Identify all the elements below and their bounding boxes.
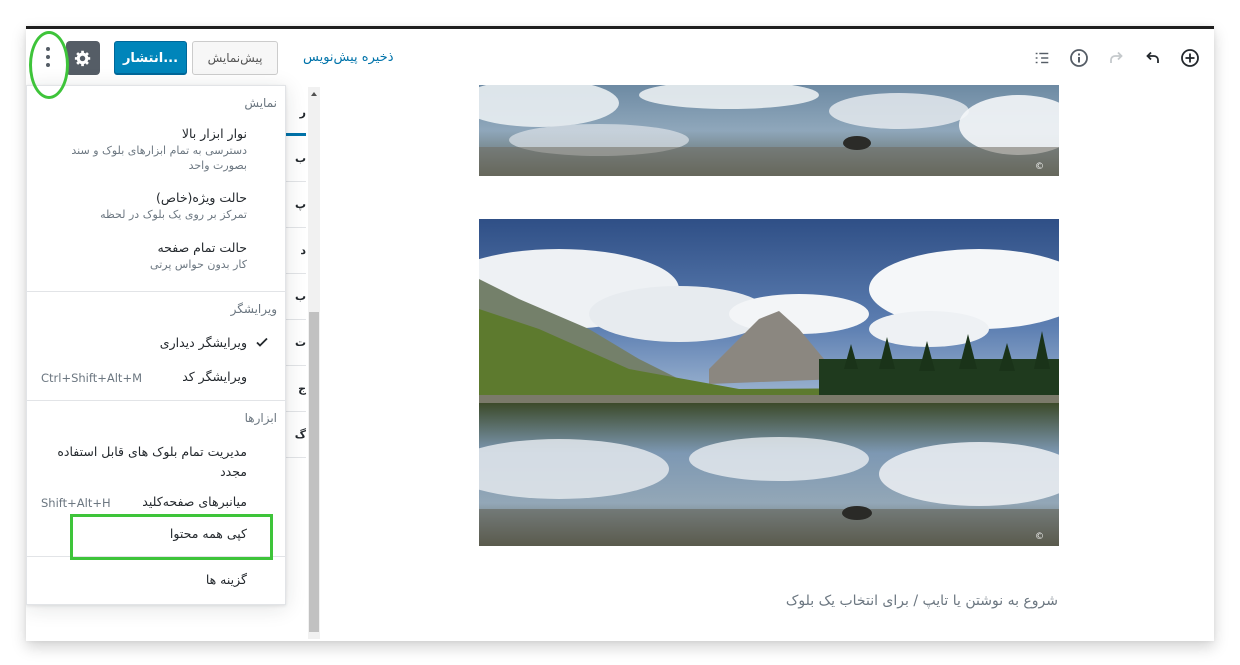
sidebar-scrollbar-thumb[interactable]: [309, 312, 319, 632]
menu-divider: [27, 400, 285, 401]
menu-item-title: مدیریت تمام بلوک های قابل استفاده مجدد: [57, 444, 247, 479]
checkmark-icon: [256, 337, 268, 347]
menu-item-options[interactable]: گزینه ها: [39, 572, 247, 587]
editor-window: انتشار... پیش‌نمایش ذخیره پیش‌نویس ر ب پ: [26, 26, 1214, 641]
menu-item-manage-reusable-blocks[interactable]: مدیریت تمام بلوک های قابل استفاده مجدد: [39, 442, 247, 482]
menu-item-fullscreen-mode[interactable]: حالت تمام صفحه کار بدون حواس پرتی: [39, 240, 247, 272]
settings-button[interactable]: [66, 41, 100, 75]
menu-item-help: دسترسی به تمام ابزارهای بلوک و سند بصورت…: [71, 144, 247, 172]
mountain-lake-image: ©: [479, 219, 1059, 546]
menu-item-top-toolbar[interactable]: نوار ابزار بالا دسترسی به تمام ابزارهای …: [39, 126, 247, 173]
scroll-up-arrow-icon[interactable]: [309, 89, 319, 99]
info-icon[interactable]: [1069, 48, 1089, 68]
editor-toolbar: انتشار... پیش‌نمایش ذخیره پیش‌نویس: [26, 29, 1214, 86]
shortcut-keyboard-shortcuts: Shift+Alt+H: [41, 496, 111, 510]
menu-group-label-tools: ابزارها: [244, 411, 277, 425]
menu-item-title: حالت ویژه(خاص): [156, 190, 247, 205]
menu-group-label-editor: ویرایشگر: [230, 302, 277, 316]
redo-icon[interactable]: [1106, 48, 1126, 68]
highlight-box-copy-all: [70, 514, 273, 560]
sidebar-active-tab-indicator: [284, 133, 306, 136]
list-view-icon[interactable]: [1032, 48, 1052, 68]
block-placeholder[interactable]: شروع به نوشتن یا تایپ / برای انتخاب یک ب…: [786, 593, 1058, 609]
menu-item-spotlight-mode[interactable]: حالت ویژه(خاص) تمرکز بر روی یک بلوک در ل…: [39, 190, 247, 222]
publish-button[interactable]: انتشار...: [114, 41, 187, 75]
svg-text:©: ©: [1035, 162, 1044, 172]
menu-item-visual-editor[interactable]: ویرایشگر دیداری: [39, 335, 268, 350]
image-block[interactable]: ©: [479, 219, 1059, 546]
preview-button[interactable]: پیش‌نمایش: [192, 41, 278, 75]
menu-item-title: نوار ابزار بالا: [181, 126, 247, 141]
image-block[interactable]: ©: [479, 85, 1059, 176]
menu-group-label-view: نمایش: [244, 96, 277, 110]
svg-text:©: ©: [1035, 532, 1044, 542]
add-block-icon[interactable]: [1180, 48, 1200, 68]
menu-item-title: حالت تمام صفحه: [157, 240, 247, 255]
menu-item-help: کار بدون حواس پرتی: [150, 258, 247, 271]
undo-icon[interactable]: [1143, 48, 1163, 68]
menu-divider: [27, 291, 285, 292]
menu-item-help: تمرکز بر روی یک بلوک در لحظه: [100, 208, 247, 221]
editor-canvas: © © شروع به نوشتن یا تایپ / برای انتخاب …: [322, 85, 1214, 641]
save-draft-link[interactable]: ذخیره پیش‌نویس: [303, 50, 394, 65]
toolbar-right-tools: [1032, 44, 1200, 72]
menu-item-title: ویرایشگر دیداری: [159, 335, 247, 350]
gear-icon: [74, 50, 91, 67]
menu-item-title: گزینه ها: [205, 572, 247, 587]
shortcut-code-editor: Ctrl+Shift+Alt+M: [41, 371, 143, 385]
lake-reflection-image: ©: [479, 85, 1059, 176]
highlight-ring-more-menu: [29, 31, 69, 99]
